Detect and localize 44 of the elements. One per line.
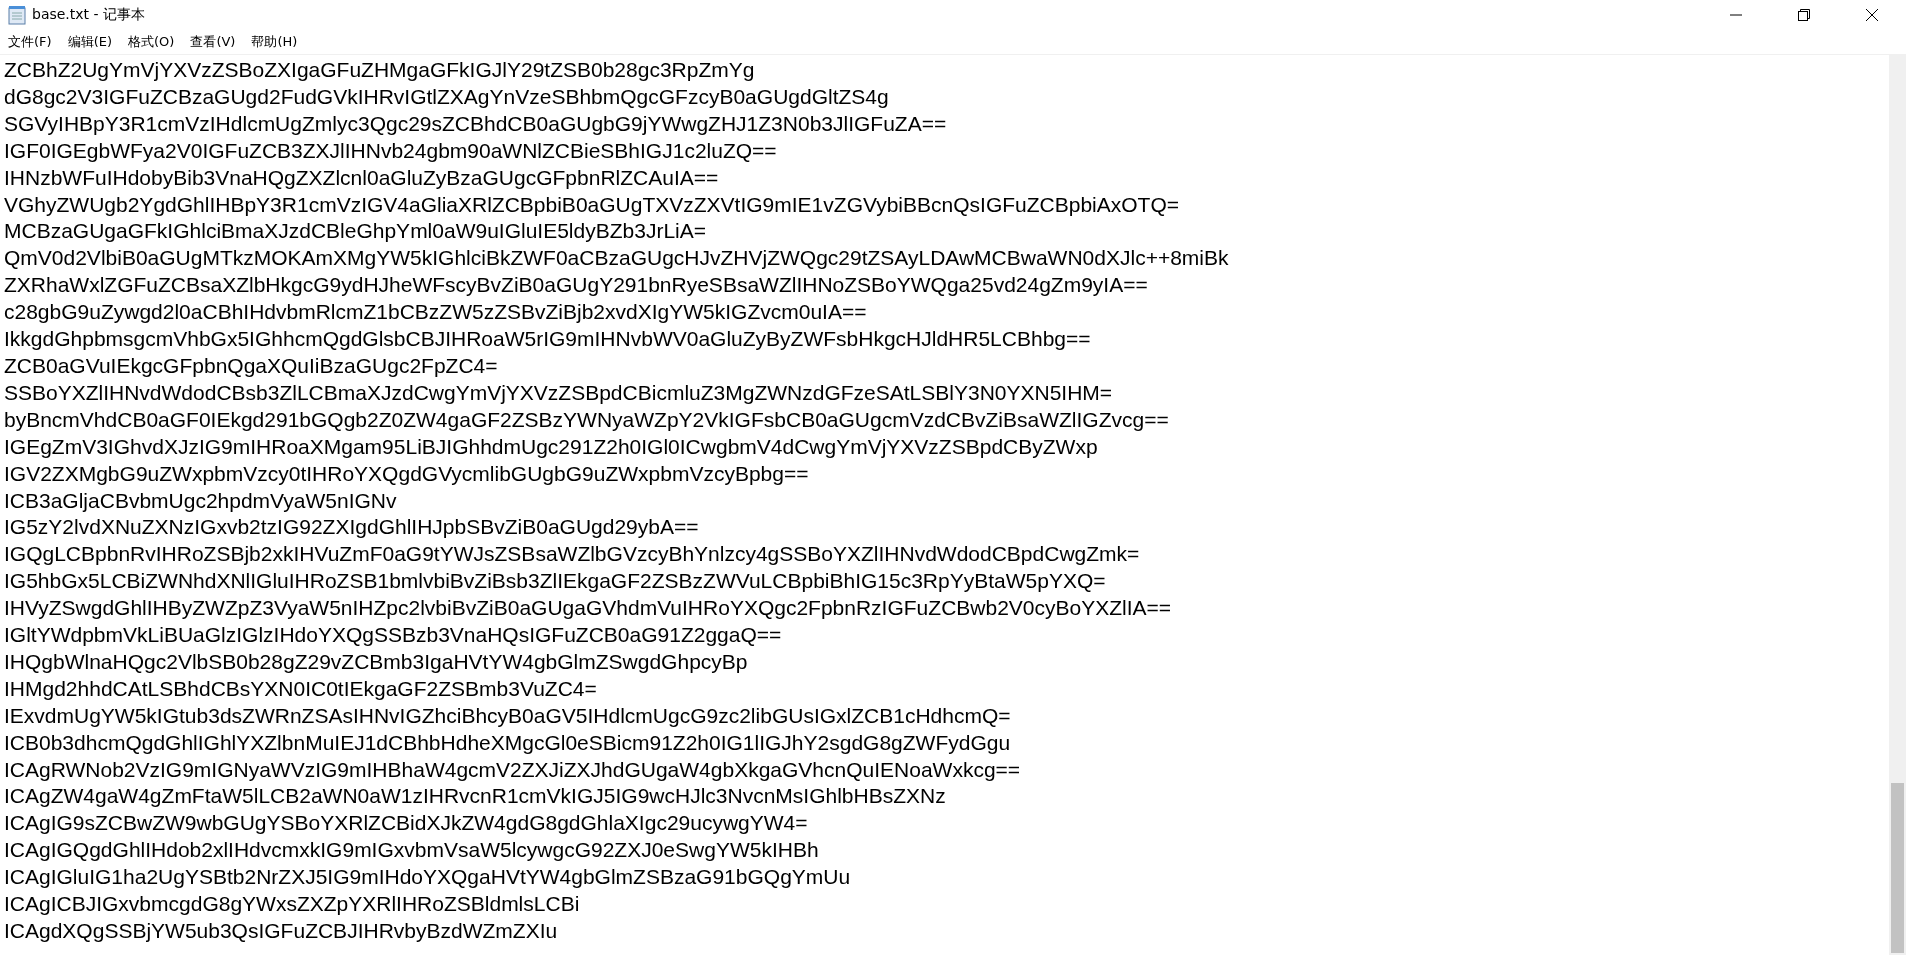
menu-item[interactable]: 格式(O): [122, 31, 181, 53]
text-line: VGhyZWUgb2YgdGhlIHBpY3R1cmVzIGV4aGliaXRlZCBpbiB0aGUgTXVzZXVtIG9mIE1vZGVybiBBcnQsIGFuZCBpbiAxOTQ=: [4, 191, 1181, 218]
text-line: ICAgIGQgdGhlIHdob2xlIHdvcmxkIG9mIGxvbmVsaW5lcywgcG92ZXJ0eSwgYW5kIHBh: [4, 837, 820, 864]
menu-item[interactable]: 文件(F): [2, 31, 58, 53]
menu-item[interactable]: 帮助(H): [245, 31, 304, 53]
text-line: ICB3aGljaCBvbmUgc2hpdmVyaW5nIGNv: [4, 487, 398, 514]
restore-icon: [1798, 9, 1810, 21]
text-line: ZCBhZ2UgYmVjYXVzZSBoZXIgaGFuZHMgaGFkIGJlY29tZSB0b28gc3RpZmYg: [4, 57, 756, 83]
text-line: ICAgIGluIG1ha2UgYSBtb2NrZXJ5IG9mIHdoYXQgaHVtYW4gbGlmZSBzaG91bGQgYmUu: [4, 864, 852, 891]
text-line: ICAgIG9sZCBwZW9wbGUgYSBoYXRlZCBidXJkZW4gdG8gdGhlaXIgc29ucywgYW4=: [4, 810, 809, 837]
text-line: c28gbG9uZywgd2l0aCBhIHdvbmRlcmZ1bCBzZW5zZSBvZiBjb2xvdXIgYW5kIGZvcm0uIA==: [4, 299, 868, 326]
text-line: IGV2ZXMgbG9uZWxpbmVzcy0tIHRoYXQgdGVycmlibGUgbG9uZWxpbmVzcyBpbg==: [4, 460, 810, 487]
text-line: IHVyZSwgdGhlIHByZWZpZ3VyaW5nIHZpc2lvbiBvZiB0aGUgaGVhdmVuIHRoYXQgc2FpbnRzIGFuZCBwb2V0cyBoYXZlIA==: [4, 595, 1173, 622]
text-line: IGQgLCBpbnRvIHRoZSBjb2xkIHVuZmF0aG9tYWJsZSBsaWZlbGVzcyBhYnlzcy4gSSBoYXZlIHNvdWdodCBpdCwgZmk=: [4, 541, 1141, 568]
text-line: IHNzbWFuIHdobyBib3VnaHQgZXZlcnl0aGluZyBzaGUgcGFpbnRlZCAuIA==: [4, 164, 720, 191]
text-line: IG5zY2lvdXNuZXNzIGxvb2tzIG92ZXIgdGhlIHJpbSBvZiB0aGUgd29ybA==: [4, 514, 700, 541]
text-line: IGEgZmV3IGhvdXJzIG9mIHRoaXMgam95LiBJIGhhdmUgc291Z2h0IGl0ICwgbmV4dCwgYmVjYXVzZSBpdCByZWxp: [4, 433, 1099, 460]
window-title: base.txt - 记事本: [32, 6, 146, 24]
text-line: ZCB0aGVuIEkgcGFpbnQgaXQuIiBzaGUgc2FpZC4=: [4, 352, 499, 379]
text-line: IGltYWdpbmVkLiBUaGlzIGlzIHdoYXQgSSBzb3VnaHQsIGFuZCB0aG91Z2ggaQ==: [4, 622, 783, 649]
text-line: IkkgdGhpbmsgcmVhbGx5IGhhcmQgdGlsbCBJIHRoaW5rIG9mIHNvbWV0aGluZyByZWFsbHkgcHJldHR5LCBhbg==: [4, 326, 1092, 353]
text-line: byBncmVhdCB0aGF0IEkgd291bGQgb2Z0ZW4gaGF2ZSBzYWNyaWZpY2VkIGFsbCB0aGUgcmVzdCBvZiBsaWZlIGZvcg==: [4, 406, 1170, 433]
text-line: IHQgbWlnaHQgc2VlbSB0b28gZ29vZCBmb3IgaHVtYW4gbGlmZSwgdGhpcyBp: [4, 648, 749, 675]
text-line: ZXRhaWxlZGFuZCBsaXZlbHkgcG9ydHJheWFscyBvZiB0aGUgY291bnRyeSBsaWZlIHNoZSBoYWQga25vd24gZm9yIA==: [4, 272, 1149, 299]
close-icon: [1866, 9, 1878, 21]
text-line: ICB0b3dhcmQgdGhlIGhlYXZlbnMuIEJ1dCBhbHdheXMgcGl0eSBicm91Z2h0IG1lIGJhY2sgdG8gZWFydGgu: [4, 729, 1012, 756]
text-line: ICAgICBJIGxvbmcgdG8gYWxsZXZpYXRlIHRoZSBldmlsLCBi: [4, 891, 581, 918]
text-line: SSBoYXZlIHNvdWdodCBsb3ZlLCBmaXJzdCwgYmVjYXVzZSBpdCBicmluZ3MgZWNzdGFzeSAtLSBlY3N0YXN5IHM=: [4, 379, 1114, 406]
text-line: QmV0d2VlbiB0aGUgMTkzMOKAmXMgYW5kIGhlciBkZWF0aCBzaGUgcHJvZHVjZWQgc29tZSAyLDAwMCBwaWN0dXJlc++8miBk: [4, 245, 1230, 272]
scrollbar[interactable]: [1889, 55, 1906, 955]
text-line: SGVyIHBpY3R1cmVzIHdlcmUgZmlyc3Qgc29sZCBhdCB0aGUgbG9jYWwgZHJ1Z3N0b3JlIGFuZA==: [4, 110, 948, 137]
text-line: IHMgd2hhdCAtLSBhdCBsYXN0IC0tIEkgaGF2ZSBmb3VuZC4=: [4, 675, 598, 702]
text-line: IExvdmUgYW5kIGtub3dsZWRnZSAsIHNvIGZhciBhcyB0aGV5IHdlcmUgcG9zc2libGUsIGxlZCB1cHdhcmQ=: [4, 702, 1012, 729]
scrollbar-thumb[interactable]: [1891, 783, 1904, 953]
text-line: dG8gc2V3IGFuZCBzaGUgd2FudGVkIHRvIGtlZXAgYnVzeSBhbmQgcGFzcyB0aGUgdGltZS4g: [4, 83, 890, 110]
notepad-icon: [8, 5, 26, 25]
text-line: IG5hbGx5LCBiZWNhdXNlIGluIHRoZSB1bmlvbiBvZiBsb3ZlIEkgaGF2ZSBzZWVuLCBpbiBhIG15c3RpYyBtaW5pYXQ=: [4, 568, 1107, 595]
text-line: ICAgZW4gaW4gZmFtaW5lLCB2aWN0aW1zIHRvcnR1cmVkIGJ5IG9wcHJlc3NvcnMsIGhlbHBsZXNz: [4, 783, 947, 810]
text-line: ICAgdXQgSSBjYW5ub3QsIGFuZCBJIHRvbyBzdWZmZXIu: [4, 918, 559, 944]
text-line: IGF0IGEgbWFya2V0IGFuZCB3ZXJlIHNvb24gbm90aWNlZCBieSBhIGJ1c2luZQ==: [4, 137, 778, 164]
text-line: MCBzaGUgaGFkIGhlciBmaXJzdCBleGhpYml0aW9uIGluIE5ldyBZb3JrLiA=: [4, 218, 707, 245]
text-line: ICAgRWNob2VzIG9mIGNyaWVzIG9mIHBhaW4gcmV2ZXJiZXJhdGUgaW4gbXkgaGVhcnQuIENoaWxkcg==: [4, 756, 1022, 783]
menu-item[interactable]: 查看(V): [184, 31, 242, 53]
menu-item[interactable]: 编辑(E): [61, 31, 118, 53]
